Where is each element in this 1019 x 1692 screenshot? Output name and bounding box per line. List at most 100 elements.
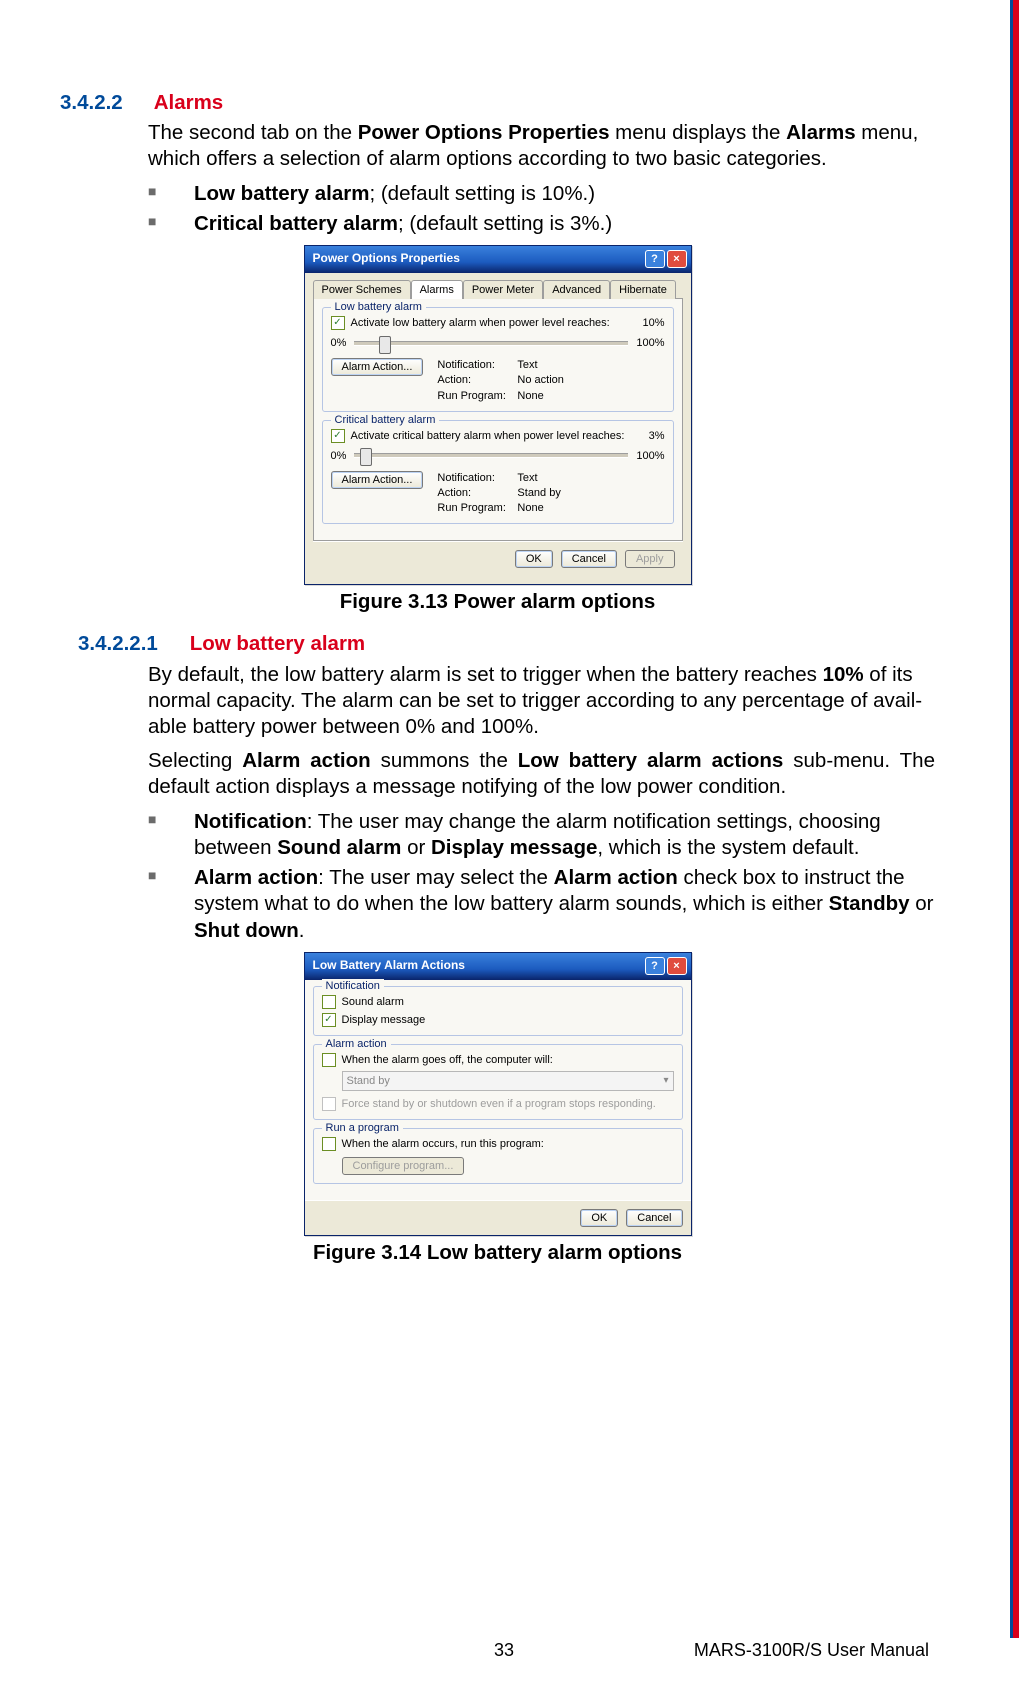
b: Alarm action — [554, 866, 678, 889]
checkbox-icon[interactable]: ✓ — [331, 316, 345, 330]
chevron-down-icon: ▾ — [663, 1075, 668, 1088]
group-legend: Alarm action — [322, 1037, 391, 1051]
t: or — [910, 892, 934, 915]
bullet-rest: ; (default setting is 3%.) — [398, 212, 612, 235]
dialog-buttons: OK Cancel — [305, 1200, 691, 1235]
apply-button[interactable]: Apply — [625, 550, 675, 568]
section2-bullets: Notification: The user may change the al… — [148, 809, 935, 944]
checkbox-icon[interactable]: ✓ — [322, 1013, 336, 1027]
checkbox-label: Activate critical battery alarm when pow… — [351, 429, 625, 443]
crit-kv: Notification:Text Action:Stand by Run Pr… — [437, 471, 597, 515]
configure-program-button: Configure program... — [342, 1157, 465, 1175]
text: The second tab on the — [148, 121, 358, 144]
t: . — [299, 919, 305, 942]
close-icon[interactable]: × — [667, 250, 687, 268]
dialog-title: Power Options Properties — [313, 251, 460, 266]
figure-3-14-caption: Figure 3.14 Low battery alarm options — [60, 1240, 935, 1266]
slider-left: 0% — [331, 336, 347, 350]
checkbox-icon[interactable]: ✓ — [322, 1053, 336, 1067]
figure-3-13-wrap: Power Options Properties ? × Power Schem… — [60, 245, 935, 615]
b: Standby — [829, 892, 910, 915]
action-dropdown[interactable]: Stand by ▾ — [342, 1071, 674, 1091]
help-icon[interactable]: ? — [645, 250, 665, 268]
b: Shut down — [194, 919, 299, 942]
close-icon[interactable]: × — [667, 957, 687, 975]
b: Notification — [194, 810, 307, 833]
b: Alarm action — [194, 866, 318, 889]
kv-val: None — [517, 501, 597, 515]
section2-p2: Selecting Alarm action summons the Low b… — [148, 748, 935, 800]
critical-battery-group: Critical battery alarm ✓ Activate critic… — [322, 420, 674, 524]
t: or — [401, 836, 431, 859]
dialog-buttons: OK Cancel Apply — [313, 541, 683, 576]
alarm-action-group: Alarm action ✓ When the alarm goes off, … — [313, 1044, 683, 1120]
bullet-label: Low battery alarm — [194, 182, 369, 205]
dialog-titlebar[interactable]: Power Options Properties ? × — [305, 246, 691, 273]
kv-val: Text — [517, 358, 597, 372]
ok-button[interactable]: OK — [515, 550, 553, 568]
power-options-dialog: Power Options Properties ? × Power Schem… — [304, 245, 692, 585]
t: : The user may select the — [318, 866, 553, 889]
slider-right: 100% — [636, 449, 664, 463]
slider-thumb[interactable] — [379, 336, 391, 354]
section1-paragraph: The second tab on the Power Options Prop… — [148, 120, 935, 172]
checkbox-label: Display message — [342, 1013, 426, 1027]
figure-3-14-wrap: Low Battery Alarm Actions ? × Notificati… — [60, 952, 935, 1267]
low-slider: 0% 100% — [331, 336, 665, 350]
section1-bullets: Low battery alarm; (default setting is 1… — [148, 181, 935, 237]
tab-advanced[interactable]: Advanced — [543, 280, 610, 299]
text: summons the — [371, 749, 518, 772]
figure-3-13-caption: Figure 3.13 Power alarm options — [60, 589, 935, 615]
ok-button[interactable]: OK — [580, 1209, 618, 1227]
dropdown-value: Stand by — [347, 1074, 390, 1088]
text-bold: Low battery alarm actions — [518, 749, 784, 772]
bullet-rest: ; (default setting is 10%.) — [369, 182, 595, 205]
page-content: 3.4.2.2 Alarms The second tab on the Pow… — [0, 0, 1019, 1267]
help-icon[interactable]: ? — [645, 957, 665, 975]
slider-thumb[interactable] — [360, 448, 372, 466]
section2-p1: By default, the low battery alarm is set… — [148, 662, 935, 741]
tab-power-meter[interactable]: Power Meter — [463, 280, 543, 299]
cancel-button[interactable]: Cancel — [626, 1209, 682, 1227]
checkbox-label: Sound alarm — [342, 995, 404, 1009]
text: Selecting — [148, 749, 242, 772]
group-legend: Low battery alarm — [331, 300, 426, 314]
section-3-4-2-2-1-heading: 3.4.2.2.1 Low battery alarm — [78, 631, 935, 657]
dialog-titlebar[interactable]: Low Battery Alarm Actions ? × — [305, 953, 691, 980]
checkbox-label: Activate low battery alarm when power le… — [351, 316, 610, 330]
dialog-title: Low Battery Alarm Actions — [313, 958, 465, 973]
page-right-red-bar — [1013, 0, 1019, 1638]
tab-power-schemes[interactable]: Power Schemes — [313, 280, 411, 299]
bullet-low-battery: Low battery alarm; (default setting is 1… — [148, 181, 935, 207]
group-legend: Critical battery alarm — [331, 413, 440, 427]
text: menu displays the — [609, 121, 786, 144]
kv-key: Action: — [437, 486, 517, 500]
bullet-notification: Notification: The user may change the al… — [148, 809, 935, 861]
bullet-critical-battery: Critical battery alarm; (default setting… — [148, 211, 935, 237]
low-alarm-action-button[interactable]: Alarm Action... — [331, 358, 424, 376]
checkbox-icon[interactable]: ✓ — [322, 1137, 336, 1151]
slider-track[interactable] — [354, 341, 628, 346]
text-bold: Alarm action — [242, 749, 370, 772]
low-battery-actions-dialog: Low Battery Alarm Actions ? × Notificati… — [304, 952, 692, 1236]
checkbox-label: When the alarm goes off, the computer wi… — [342, 1053, 553, 1067]
crit-alarm-action-button[interactable]: Alarm Action... — [331, 471, 424, 489]
text: By default, the low battery alarm is set… — [148, 663, 823, 686]
checkbox-icon[interactable]: ✓ — [322, 995, 336, 1009]
slider-left: 0% — [331, 449, 347, 463]
cancel-button[interactable]: Cancel — [561, 550, 617, 568]
kv-val: Stand by — [517, 486, 597, 500]
section-title: Low battery alarm — [190, 632, 365, 655]
slider-track[interactable] — [354, 453, 628, 458]
section-title: Alarms — [154, 91, 224, 114]
t: , which is the system default. — [597, 836, 859, 859]
text-bold: 10% — [823, 663, 864, 686]
page-number: 33 — [494, 1640, 514, 1661]
b: Display message — [431, 836, 597, 859]
tab-hibernate[interactable]: Hibernate — [610, 280, 676, 299]
checkbox-label: When the alarm occurs, run this program: — [342, 1137, 544, 1151]
checkbox-icon[interactable]: ✓ — [331, 429, 345, 443]
tabs: Power Schemes Alarms Power Meter Advance… — [313, 279, 683, 298]
kv-key: Notification: — [437, 358, 517, 372]
tab-alarms[interactable]: Alarms — [411, 280, 463, 299]
